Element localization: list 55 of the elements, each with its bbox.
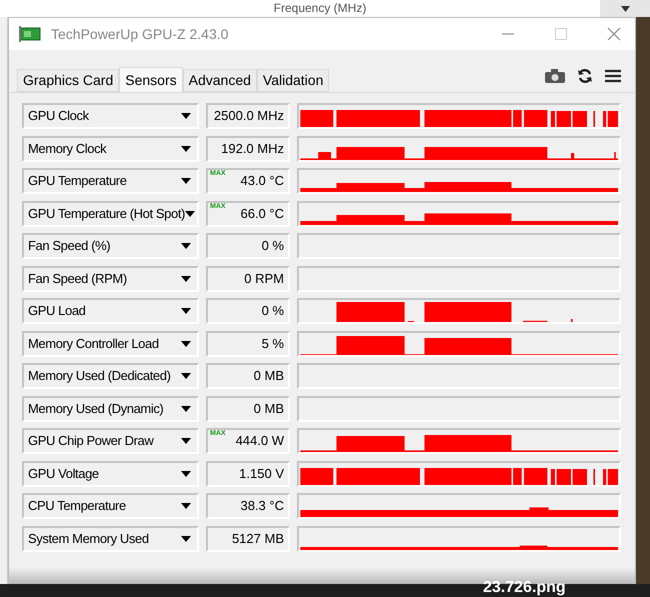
sensor-dropdown[interactable]: GPU Load xyxy=(22,298,199,324)
caret-icon xyxy=(181,146,191,152)
caret-icon xyxy=(181,308,191,314)
caret-icon xyxy=(181,470,191,476)
chart-heading: Frequency (MHz) xyxy=(274,2,366,14)
sensor-value: 66.0 °C xyxy=(240,204,284,223)
caret-icon xyxy=(181,373,191,379)
sensor-dropdown[interactable]: Fan Speed (%) xyxy=(22,233,199,259)
sensor-dropdown[interactable]: Memory Clock xyxy=(22,136,199,162)
tab[interactable]: Validation xyxy=(256,69,330,92)
caret-icon xyxy=(181,340,191,346)
sensor-dropdown[interactable]: Memory Used (Dynamic) xyxy=(22,396,199,422)
sensor-value: 192.0 MHz xyxy=(221,140,284,158)
window-title: TechPowerUp GPU-Z 2.43.0 xyxy=(51,24,228,44)
sensor-value: 0 % xyxy=(262,302,284,320)
sensor-value: 38.3 °C xyxy=(240,497,284,516)
caret-icon xyxy=(181,503,191,509)
caret-icon xyxy=(181,536,191,542)
tab[interactable]: Advanced xyxy=(182,69,257,92)
refresh-icon[interactable] xyxy=(577,68,593,84)
caret-icon xyxy=(181,438,191,444)
sensor-value: 5127 MB xyxy=(232,530,284,548)
tab[interactable]: Sensors xyxy=(119,67,183,93)
tab[interactable]: Graphics Card xyxy=(17,69,120,92)
sensor-dropdown[interactable]: GPU Chip Power Draw xyxy=(22,428,199,454)
sensor-dropdown[interactable]: GPU Voltage xyxy=(22,460,199,486)
caret-icon xyxy=(181,178,191,184)
sensor-value: 0 % xyxy=(262,237,284,256)
sensor-value: 0 MB xyxy=(254,400,284,418)
sensor-dropdown[interactable]: Memory Used (Dedicated) xyxy=(22,363,199,389)
sensor-dropdown[interactable]: Memory Controller Load xyxy=(22,330,199,356)
caret-icon xyxy=(181,406,191,412)
sensor-value: 5 % xyxy=(262,334,284,353)
sensor-dropdown[interactable]: GPU Clock xyxy=(22,103,199,129)
caret-icon[interactable] xyxy=(620,6,630,12)
caret-icon xyxy=(181,276,191,282)
sensor-dropdown[interactable]: Fan Speed (RPM) xyxy=(22,266,199,292)
caret-icon xyxy=(184,210,195,216)
sensor-value: 2500.0 MHz xyxy=(214,107,284,126)
sensor-dropdown[interactable]: CPU Temperature xyxy=(22,493,199,519)
graphics-card-icon xyxy=(19,26,41,42)
sensor-value: 43.0 °C xyxy=(240,172,284,190)
camera-icon[interactable] xyxy=(545,69,565,83)
caret-icon xyxy=(181,243,191,249)
sensor-value: 0 MB xyxy=(254,367,284,386)
sensor-value: 0 RPM xyxy=(244,270,284,288)
sensor-dropdown[interactable]: GPU Temperature xyxy=(22,168,199,194)
sensor-value: 1.150 V xyxy=(239,464,284,483)
sensor-dropdown[interactable]: System Memory Used xyxy=(22,526,199,552)
menu-icon[interactable] xyxy=(605,69,621,83)
close-icon[interactable] xyxy=(607,27,621,41)
sensor-dropdown[interactable]: GPU Temperature (Hot Spot) xyxy=(22,200,199,226)
caret-icon xyxy=(181,113,191,119)
file-caption: 23.726.png xyxy=(483,580,566,596)
sensor-value: 444.0 W xyxy=(236,432,284,450)
